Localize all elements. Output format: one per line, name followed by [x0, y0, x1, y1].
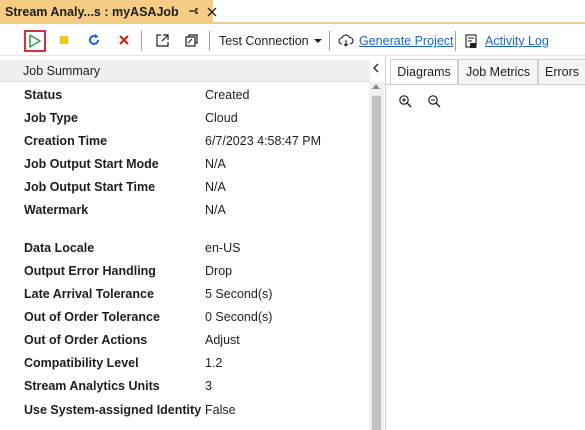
generate-project-button[interactable]: Generate Project — [338, 29, 454, 53]
summary-row: Watermark N/A — [0, 200, 368, 222]
toolbar-separator — [209, 31, 210, 51]
summary-key: Late Arrival Tolerance — [24, 287, 154, 301]
summary-value: N/A — [205, 157, 226, 171]
summary-value: N/A — [205, 180, 226, 194]
summary-value: Adjust — [205, 333, 240, 347]
summary-key: Status — [24, 88, 63, 102]
zoom-in-icon[interactable] — [398, 94, 414, 110]
summary-value: Drop — [205, 264, 233, 278]
summary-key: Job Output Start Mode — [24, 157, 159, 171]
summary-value: 0 Second(s) — [205, 310, 273, 324]
summary-row: Job Type Cloud — [0, 108, 368, 130]
toolbar-separator — [455, 31, 456, 51]
dropdown-arrow-icon — [313, 39, 322, 43]
job-summary-title: Job Summary — [23, 64, 101, 78]
scroll-up-arrow-icon[interactable] — [372, 84, 380, 89]
summary-value: en-US — [205, 241, 241, 255]
job-summary-header: Job Summary — [0, 60, 370, 82]
test-connection-dropdown[interactable]: Test Connection — [219, 29, 322, 53]
open-external-icon — [155, 33, 169, 47]
tab-underline — [386, 84, 585, 85]
summary-key: Job Output Start Time — [24, 180, 156, 194]
toolbar-separator — [141, 31, 142, 51]
summary-key: Out of Order Actions — [24, 333, 148, 347]
tab-errors[interactable]: Errors — [538, 59, 585, 85]
scrollbar-thumb[interactable] — [372, 96, 381, 430]
summary-key: Watermark — [24, 203, 89, 217]
close-tab-icon[interactable] — [207, 5, 217, 19]
summary-value: 3 — [205, 379, 212, 393]
refresh-button[interactable] — [83, 29, 105, 51]
open-in-portal-button[interactable] — [151, 29, 173, 51]
activity-log-link: Activity Log — [485, 34, 549, 48]
summary-value: False — [205, 403, 236, 417]
tab-diagrams[interactable]: Diagrams — [390, 59, 458, 85]
activity-log-button[interactable]: Activity Log — [464, 29, 549, 53]
document-tab-strip: Stream Analy...s : myASAJob — [0, 0, 585, 24]
summary-row: Out of Order Actions Adjust — [0, 330, 368, 352]
toolbar-separator — [329, 31, 330, 51]
delete-icon — [119, 35, 129, 45]
delete-button[interactable] — [113, 29, 135, 51]
generate-project-link: Generate Project — [359, 34, 454, 48]
log-icon — [465, 33, 477, 48]
pin-icon[interactable] — [188, 6, 199, 19]
summary-value: 5 Second(s) — [205, 287, 273, 301]
play-icon — [29, 34, 41, 48]
document-tab[interactable]: Stream Analy...s : myASAJob — [0, 0, 217, 24]
stop-job-button[interactable] — [53, 29, 75, 51]
summary-row: Job Output Start Time N/A — [0, 177, 368, 199]
summary-row: Data Locale en-US — [0, 238, 368, 260]
document-tab-title: Stream Analy...s : myASAJob — [5, 5, 179, 19]
stop-icon — [60, 36, 68, 44]
collapse-panel-icon[interactable] — [372, 63, 380, 76]
summary-value: Cloud — [205, 111, 238, 125]
summary-key: Compatibility Level — [24, 356, 139, 370]
zoom-out-icon[interactable] — [427, 94, 443, 110]
vertical-scrollbar[interactable] — [369, 82, 384, 430]
summary-key: Creation Time — [24, 134, 108, 148]
summary-row: Status Created — [0, 85, 368, 107]
test-connection-label: Test Connection — [219, 34, 309, 48]
summary-row: Stream Analytics Units 3 — [0, 376, 368, 398]
summary-row: Creation Time 6/7/2023 4:58:47 PM — [0, 131, 368, 153]
summary-key: Out of Order Tolerance — [24, 310, 160, 324]
copy-icon — [184, 33, 198, 47]
summary-key: Data Locale — [24, 241, 95, 255]
summary-value: Created — [205, 88, 250, 102]
diagram-panel: Diagrams Job Metrics Errors — [385, 56, 585, 430]
refresh-icon — [89, 34, 99, 45]
summary-key: Stream Analytics Units — [24, 379, 160, 393]
summary-key: Output Error Handling — [24, 264, 156, 278]
summary-value: 6/7/2023 4:58:47 PM — [205, 134, 322, 148]
summary-key: Job Type — [24, 111, 78, 125]
cloud-download-icon — [338, 34, 354, 47]
summary-key: Use System-assigned Identity — [24, 403, 202, 417]
toolbar: Test Connection Generate Project Activit… — [0, 26, 585, 56]
summary-row: Late Arrival Tolerance 5 Second(s) — [0, 284, 368, 306]
summary-value: 1.2 — [205, 356, 223, 370]
summary-value: N/A — [205, 203, 226, 217]
right-panel-tabs: Diagrams Job Metrics Errors — [386, 59, 585, 85]
tab-job-metrics[interactable]: Job Metrics — [458, 59, 538, 85]
summary-row: Use System-assigned Identity False — [0, 400, 368, 422]
summary-row: Output Error Handling Drop — [0, 261, 368, 283]
job-summary-panel: Job Summary Status Created Job Type Clou… — [0, 60, 384, 430]
summary-row: Compatibility Level 1.2 — [0, 353, 368, 375]
summary-row: Out of Order Tolerance 0 Second(s) — [0, 307, 368, 329]
start-job-button[interactable] — [24, 30, 46, 52]
summary-row: Job Output Start Mode N/A — [0, 154, 368, 176]
copy-button[interactable] — [180, 29, 202, 51]
